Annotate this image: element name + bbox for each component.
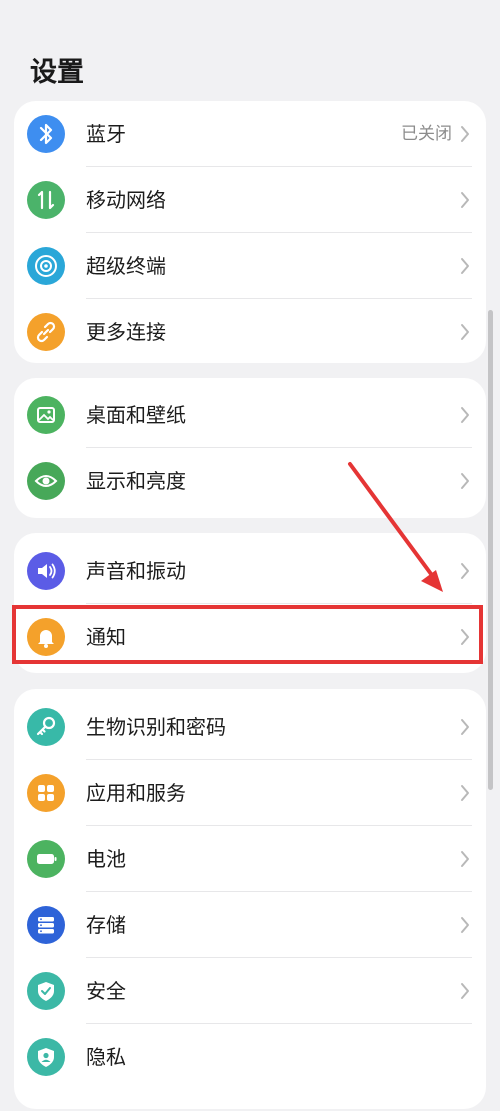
settings-item-battery[interactable]: 电池	[14, 826, 486, 892]
settings-item-super-device[interactable]: 超级终端	[14, 233, 486, 299]
settings-item-label: 桌面和壁纸	[86, 403, 186, 427]
settings-item-display[interactable]: 显示和亮度	[14, 448, 486, 514]
settings-item-bluetooth[interactable]: 蓝牙 已关闭	[14, 101, 486, 167]
settings-item-label: 更多连接	[86, 320, 166, 344]
settings-item-label: 隐私	[86, 1045, 126, 1069]
key-icon	[27, 708, 65, 746]
chevron-right-icon	[461, 563, 469, 579]
settings-item-privacy[interactable]: 隐私	[14, 1024, 486, 1090]
chevron-right-icon	[461, 258, 469, 274]
settings-item-label: 蓝牙	[86, 122, 126, 146]
bluetooth-icon	[27, 115, 65, 153]
settings-item-label: 生物识别和密码	[86, 715, 226, 739]
eye-icon	[27, 462, 65, 500]
page-title: 设置	[30, 57, 84, 88]
settings-item-label: 移动网络	[86, 188, 166, 212]
storage-icon	[27, 906, 65, 944]
chevron-right-icon	[461, 473, 469, 489]
settings-item-mobile-network[interactable]: 移动网络	[14, 167, 486, 233]
chevron-right-icon	[461, 719, 469, 735]
settings-item-label: 应用和服务	[86, 781, 186, 805]
settings-item-more-connections[interactable]: 更多连接	[14, 299, 486, 363]
chevron-right-icon	[461, 126, 469, 142]
shield-icon	[27, 972, 65, 1010]
chevron-right-icon	[461, 192, 469, 208]
chevron-right-icon	[461, 324, 469, 340]
chevron-right-icon	[461, 983, 469, 999]
settings-item-storage[interactable]: 存储	[14, 892, 486, 958]
settings-item-label: 存储	[86, 913, 126, 937]
settings-item-wallpaper[interactable]: 桌面和壁纸	[14, 382, 486, 448]
settings-item-biometrics[interactable]: 生物识别和密码	[14, 694, 486, 760]
speaker-icon	[27, 552, 65, 590]
chevron-right-icon	[461, 785, 469, 801]
chevron-right-icon	[461, 917, 469, 933]
settings-item-label: 显示和亮度	[86, 469, 186, 493]
battery-icon	[27, 840, 65, 878]
settings-item-security[interactable]: 安全	[14, 958, 486, 1024]
chevron-right-icon	[461, 851, 469, 867]
bluetooth-status: 已关闭	[401, 124, 452, 144]
super-device-icon	[27, 247, 65, 285]
settings-item-label: 声音和振动	[86, 559, 186, 583]
settings-item-label: 电池	[86, 847, 126, 871]
settings-item-sound[interactable]: 声音和振动	[14, 538, 486, 604]
display-group: 桌面和壁纸 显示和亮度	[14, 378, 486, 518]
mobile-network-icon	[27, 181, 65, 219]
connectivity-group: 蓝牙 已关闭 移动网络 超级终端 更多连接	[14, 101, 486, 363]
link-icon	[27, 313, 65, 351]
wallpaper-icon	[27, 396, 65, 434]
settings-item-label: 超级终端	[86, 254, 166, 278]
highlight-box	[12, 605, 483, 664]
system-group: 生物识别和密码 应用和服务 电池 存储 安全 隐私	[14, 689, 486, 1109]
settings-item-label: 安全	[86, 979, 126, 1003]
apps-grid-icon	[27, 774, 65, 812]
privacy-icon	[27, 1038, 65, 1076]
chevron-right-icon	[461, 407, 469, 423]
settings-item-apps[interactable]: 应用和服务	[14, 760, 486, 826]
scrollbar[interactable]	[488, 310, 493, 790]
